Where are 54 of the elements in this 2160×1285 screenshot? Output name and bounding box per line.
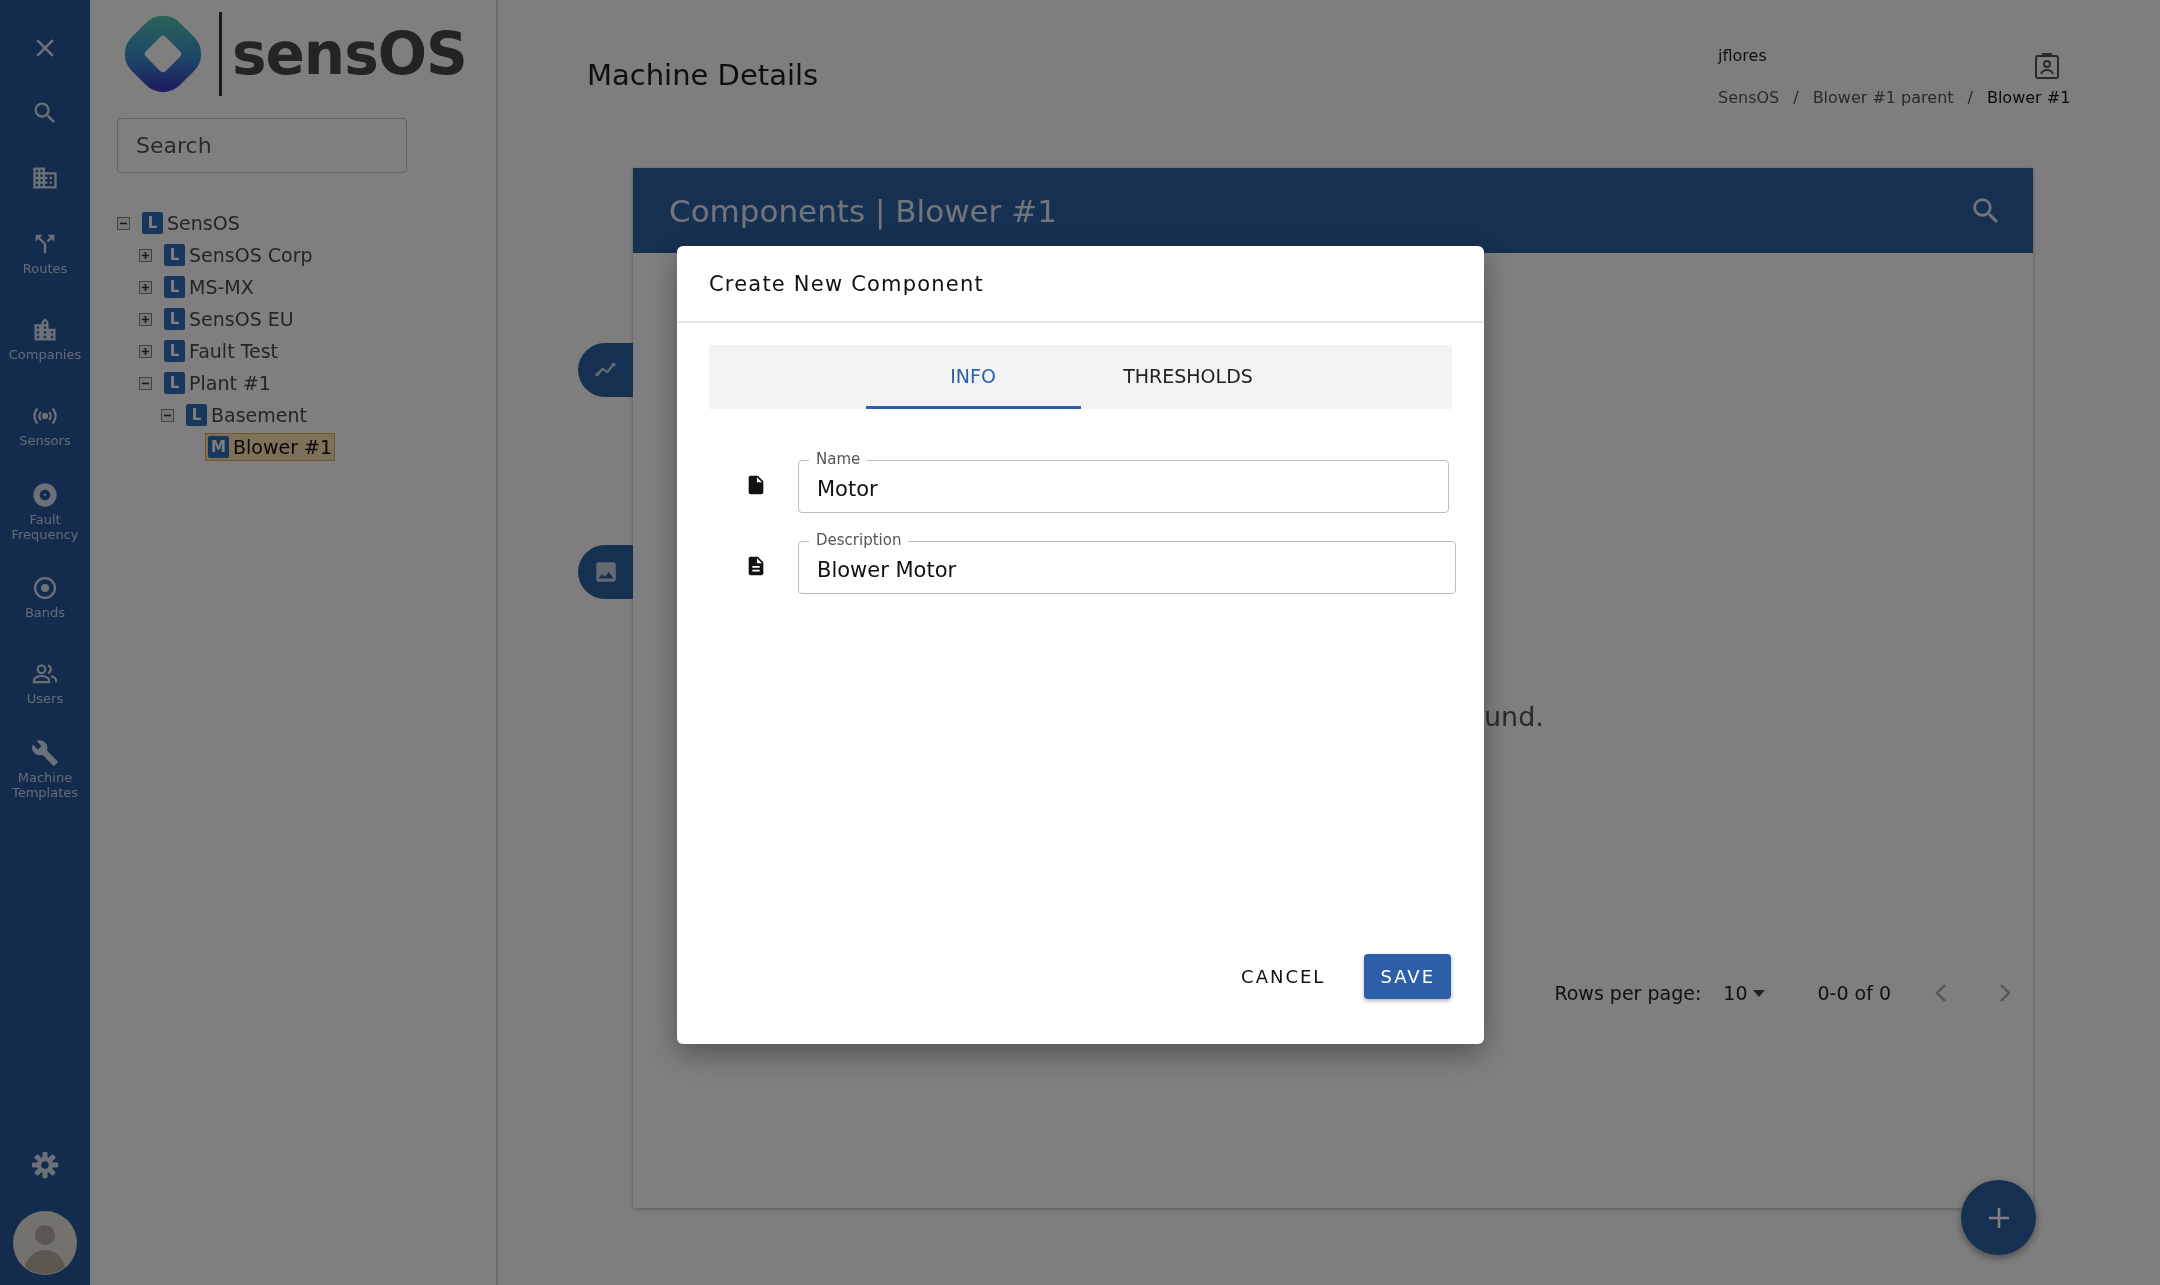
radio-icon[interactable] xyxy=(31,574,59,602)
search-field[interactable]: Search xyxy=(117,118,407,173)
breadcrumb-link[interactable]: Blower #1 parent xyxy=(1812,88,1954,107)
tree-item[interactable]: L Basement xyxy=(183,401,310,429)
card-header: Components | Blower #1 xyxy=(633,168,2033,253)
clipboard-person-icon[interactable] xyxy=(2034,52,2060,80)
caret-icon xyxy=(1753,989,1766,997)
avatar[interactable] xyxy=(13,1211,77,1275)
dialog-title: Create New Component xyxy=(677,246,1484,323)
tree-item[interactable]: L Plant #1 xyxy=(161,369,274,397)
tree-item[interactable]: L Fault Test xyxy=(161,337,282,365)
tree-item[interactable]: L SensOS xyxy=(139,209,243,237)
nav-label[interactable]: Routes xyxy=(3,261,87,276)
nav-label[interactable]: Companies xyxy=(3,347,87,362)
nav-label[interactable]: Machine Templates xyxy=(3,769,87,800)
tree-item[interactable]: M Blower #1 xyxy=(205,433,336,461)
next-icon[interactable] xyxy=(1999,983,2011,1003)
field-label: Description xyxy=(809,531,909,549)
previous-icon[interactable] xyxy=(1935,983,1947,1003)
nav-label[interactable]: Fault Frequency xyxy=(3,511,87,542)
add-button[interactable] xyxy=(1961,1180,2036,1255)
plus-icon xyxy=(1986,1205,2011,1230)
tab[interactable]: THRESHOLDS xyxy=(1080,345,1296,409)
nav-label[interactable]: Bands xyxy=(3,605,87,620)
rows-per-page-label: Rows per page: xyxy=(1554,982,1702,1004)
breadcrumb-separator: / xyxy=(1967,88,1973,107)
cancel-button[interactable]: CANCEL xyxy=(1225,954,1342,999)
page-range: 0-0 of 0 xyxy=(1817,982,1891,1004)
tree-item[interactable]: L SensOS Corp xyxy=(161,241,316,269)
expand-icon[interactable] xyxy=(139,312,152,326)
tree-item[interactable]: L SensOS EU xyxy=(161,305,297,333)
page-title: Machine Details xyxy=(587,58,819,94)
collapse-icon[interactable] xyxy=(161,408,174,422)
tab[interactable]: INFO xyxy=(865,345,1081,409)
collapse-icon[interactable] xyxy=(139,376,152,390)
collapse-icon[interactable] xyxy=(117,216,130,230)
nav-label[interactable]: Users xyxy=(3,691,87,706)
side-tab[interactable] xyxy=(578,343,633,397)
tree-item[interactable]: L MS-MX xyxy=(161,273,257,301)
settings-icon[interactable] xyxy=(30,1149,60,1180)
nav-label[interactable]: Sensors xyxy=(3,433,87,448)
side-tab[interactable] xyxy=(578,545,633,599)
expand-icon[interactable] xyxy=(139,280,152,294)
brand-name: sensOS xyxy=(232,25,467,83)
save-button[interactable]: SAVE xyxy=(1364,954,1451,999)
expand-icon[interactable] xyxy=(139,248,152,262)
empty-message: und. xyxy=(1484,701,1544,732)
rows-per-page-select[interactable]: 10 xyxy=(1723,982,1766,1004)
breadcrumb-link[interactable]: Blower #1 xyxy=(1986,88,2071,107)
user-name: jflores xyxy=(1718,46,1768,65)
expand-icon[interactable] xyxy=(139,344,152,358)
breadcrumb-link[interactable]: SensOS xyxy=(1718,88,1780,107)
wrench-icon[interactable] xyxy=(31,738,59,767)
breadcrumb-separator: / xyxy=(1793,88,1799,107)
